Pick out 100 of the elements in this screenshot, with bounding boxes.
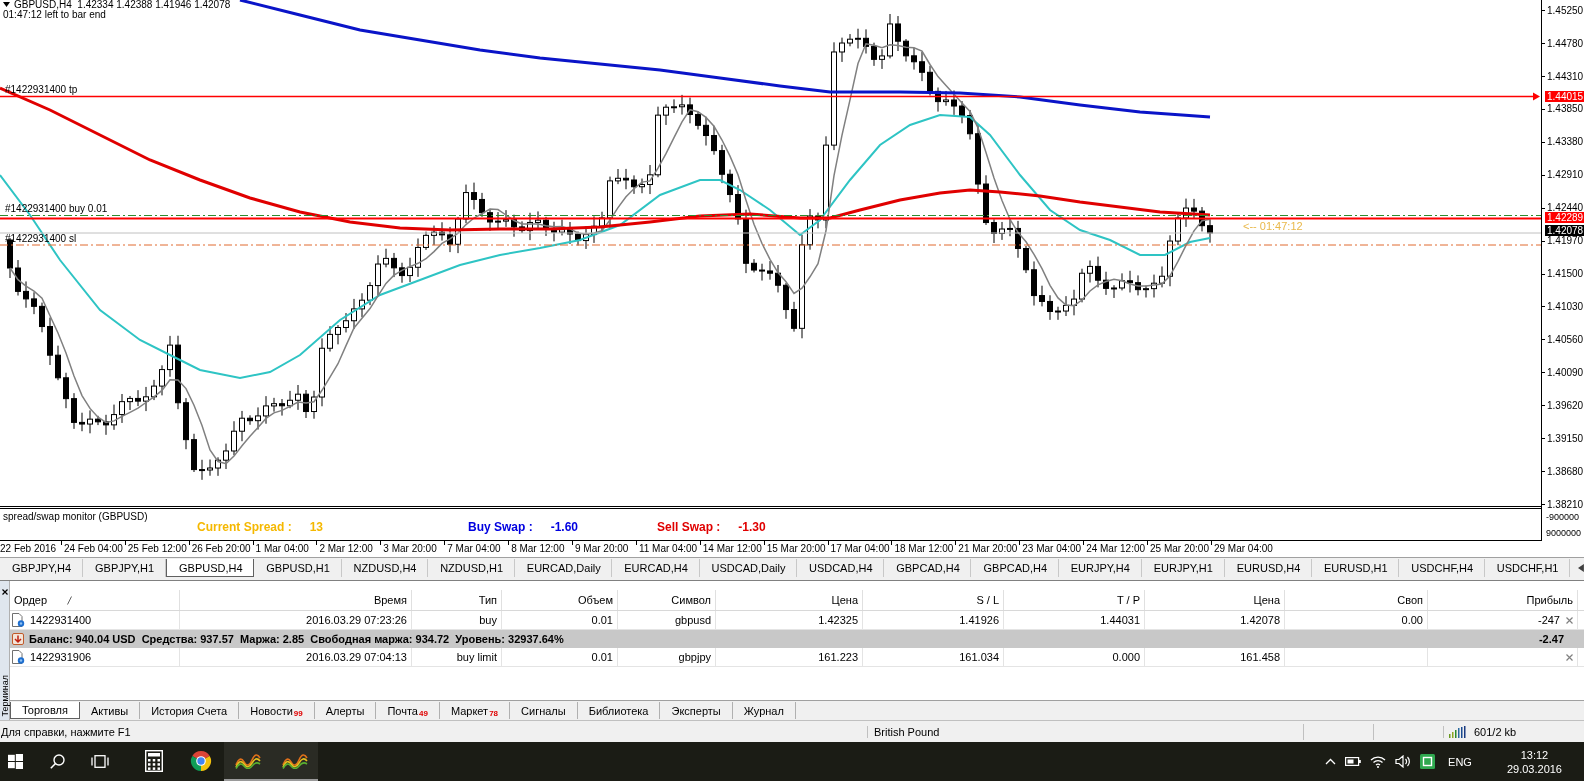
table-cell: 161.034 (959, 651, 999, 663)
taskbar-app-button[interactable] (271, 742, 318, 781)
clock-date[interactable]: 29.03.2016 (1506, 761, 1562, 776)
terminal-tab[interactable]: Новости$_{99}$ (239, 702, 315, 719)
column-header[interactable]: Прибыль (1428, 590, 1578, 610)
caret-icon[interactable] (3, 2, 10, 7)
price-axis-label: 1.45250 (1542, 5, 1584, 16)
table-cell: 0.00 (1401, 614, 1423, 626)
price-axis-label: 1.44310 (1542, 71, 1584, 82)
chart-tab[interactable]: USDCHF,H4 (1399, 559, 1485, 577)
terminal-tab[interactable]: Торговля (10, 702, 80, 719)
calculator-icon (144, 749, 163, 772)
price-axis-label: 1.41970 (1542, 236, 1584, 247)
chart-tab[interactable]: USDCAD,Daily (699, 559, 797, 577)
wifi-icon[interactable] (1370, 755, 1387, 768)
table-cell: -247 (1537, 614, 1560, 626)
column-header[interactable]: Цена (716, 590, 863, 610)
terminal-tab[interactable]: Активы (79, 702, 141, 719)
indicator-value: -1.60 (550, 519, 579, 534)
window-panes-icon[interactable] (7, 754, 23, 769)
chart-tab[interactable]: GBPUSD,H4 (166, 559, 255, 577)
table-cell: gbpusd (674, 614, 711, 626)
terminal-tab[interactable]: Алерты (314, 702, 377, 719)
chart-tab[interactable]: EURUSD,H1 (1312, 559, 1400, 577)
task-view-icon[interactable] (91, 755, 109, 768)
price-axis-label: 1.43380 (1542, 137, 1584, 148)
taskbar-app-button[interactable] (224, 742, 271, 781)
chart-tab[interactable]: EURJPY,H1 (1141, 559, 1225, 577)
price-axis-label: 1.38680 (1542, 466, 1584, 477)
chart-tab[interactable]: USDCAD,H4 (796, 559, 885, 577)
terminal-tab[interactable]: История Счета (140, 702, 240, 719)
bar-timer-text: 01:47:12 left to bar end (3, 9, 106, 20)
indicator-axis-label: 9000000 (1546, 528, 1583, 538)
chevron-up-icon[interactable] (1325, 758, 1337, 765)
balance-summary: Баланс: 940.04 USD Средства: 937.57 Маржа: 2.85 Свободная маржа: 934.72 Уровень: 32937.64% (29, 633, 564, 645)
column-header[interactable]: Объем (502, 590, 618, 610)
indicator-label: Current Spread : (197, 519, 292, 534)
terminal-tab[interactable]: Маркет$_{78}$ (439, 702, 511, 719)
app-tile-icon[interactable] (1420, 754, 1436, 769)
column-header[interactable]: Ордер (10, 590, 180, 610)
column-header[interactable]: Время (180, 590, 412, 610)
balance-icon (12, 633, 24, 645)
chart-tab[interactable]: EURUSD,H4 (1224, 559, 1312, 577)
wave-lines-icon (281, 752, 308, 769)
chart-tab[interactable]: GBPCAD,H4 (884, 559, 972, 577)
chart-tab[interactable]: GBPCAD,H4 (971, 559, 1059, 577)
price-axis-label: 1.42910 (1542, 170, 1584, 181)
terminal-tab[interactable]: Почта$_{49}$ (376, 702, 440, 719)
battery-icon[interactable] (1345, 757, 1362, 766)
sort-icon (67, 595, 73, 605)
column-header[interactable]: Цена (1145, 590, 1285, 610)
order-icon (12, 650, 25, 664)
chart-tab[interactable]: GBPJPY,H4 (0, 559, 83, 577)
clock-time[interactable]: 13:12 (1520, 747, 1549, 762)
close-icon[interactable] (1, 589, 8, 595)
price-badge: 1.42078 (1545, 224, 1584, 236)
signal-bars-icon (1448, 725, 1468, 738)
chart-tab[interactable]: GBPUSD,H1 (254, 559, 342, 577)
column-header[interactable]: Тип (412, 590, 502, 610)
price-axis-label: 1.38210 (1542, 499, 1584, 510)
price-axis-label: 1.44780 (1542, 38, 1584, 49)
table-cell: 1.42078 (1240, 614, 1280, 626)
column-header[interactable]: Своп (1285, 590, 1428, 610)
table-cell: 1422931400 (30, 614, 92, 626)
table-cell: 0.01 (591, 614, 613, 626)
terminal-title: Терминал (0, 674, 10, 716)
status-hint: Для справки, нажмите F1 (0, 725, 132, 738)
language-indicator[interactable]: ENG (1448, 755, 1472, 768)
table-cell: 1.41926 (959, 614, 999, 626)
terminal-tab[interactable]: Журнал (732, 702, 796, 719)
column-header[interactable]: S / L (863, 590, 1004, 610)
volume-icon[interactable] (1395, 755, 1412, 768)
indicator-title: spread/swap monitor (GBPUSD) (2, 510, 149, 522)
price-axis-label: 1.43850 (1542, 104, 1584, 115)
indicator-value: -1.30 (738, 519, 766, 534)
table-cell: 0.01 (591, 651, 613, 663)
price-axis-label: 1.40090 (1542, 367, 1584, 378)
chart-tab[interactable]: NZDUSD,H1 (428, 559, 515, 577)
terminal-tab[interactable]: Эксперты (660, 702, 733, 719)
terminal-tab[interactable]: Библиотека (577, 702, 661, 719)
column-header[interactable]: T / P (1004, 590, 1145, 610)
indicator-axis-label: -900000 (1546, 512, 1581, 522)
search-icon[interactable] (49, 754, 65, 769)
chart-tab[interactable]: EURCAD,Daily (514, 559, 613, 577)
terminal-tab[interactable]: Сигналы (510, 702, 578, 719)
scroll-left-icon[interactable] (1578, 564, 1584, 572)
table-cell: 161.223 (818, 651, 858, 663)
column-header[interactable]: Символ (618, 590, 716, 610)
price-axis-label: 1.41030 (1542, 302, 1584, 312)
chart-tab[interactable]: EURJPY,H4 (1058, 559, 1142, 577)
traffic-text: 601/2 kb (1474, 725, 1517, 738)
indicator-label: Buy Swap : (468, 519, 533, 534)
price-badge: 1.44015 (1545, 91, 1584, 102)
chart-tab[interactable]: USDCHF,H1 (1484, 559, 1571, 577)
order-label: #1422931400 tp (5, 85, 78, 95)
chart-tab[interactable]: NZDUSD,H4 (341, 559, 429, 577)
price-axis-label: 1.39620 (1542, 400, 1584, 411)
chart-tab[interactable]: EURCAD,H4 (612, 559, 700, 577)
symbol-info: GBPUSD,H4 1.42334 1.42388 1.41946 1.42078 (14, 0, 231, 10)
indicator-value: 13 (309, 519, 324, 534)
